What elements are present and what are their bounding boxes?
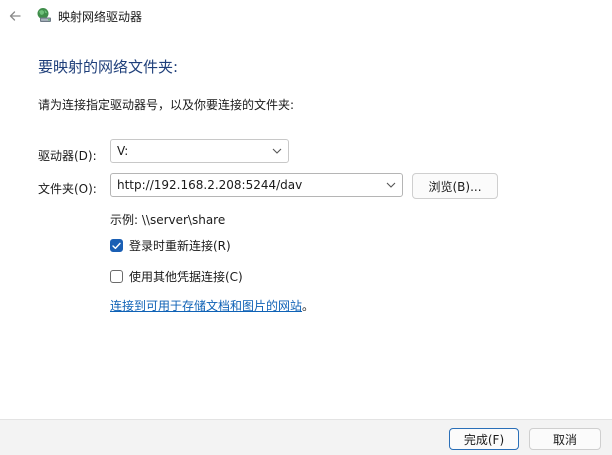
- page-heading: 要映射的网络文件夹:: [38, 58, 179, 76]
- window-title: 映射网络驱动器: [58, 10, 143, 24]
- drive-label: 驱动器(D):: [38, 149, 97, 163]
- chevron-down-icon[interactable]: [380, 174, 402, 196]
- reconnect-label: 登录时重新连接(R): [129, 239, 231, 253]
- drive-select-value: V:: [117, 144, 129, 158]
- folder-input-value: http://192.168.2.208:5244/dav: [117, 178, 303, 192]
- network-drive-icon: [37, 8, 51, 22]
- credentials-checkbox[interactable]: [110, 270, 123, 283]
- website-link[interactable]: 连接到可用于存储文档和图片的网站: [110, 299, 302, 313]
- instruction-text: 请为连接指定驱动器号，以及你要连接的文件夹:: [38, 98, 295, 112]
- website-link-line: 连接到可用于存储文档和图片的网站。: [110, 297, 314, 314]
- back-arrow-icon: [9, 11, 21, 21]
- credentials-label: 使用其他凭据连接(C): [129, 270, 243, 284]
- credentials-checkbox-row[interactable]: 使用其他凭据连接(C): [110, 268, 243, 285]
- cancel-button[interactable]: 取消: [529, 428, 601, 450]
- folder-input[interactable]: http://192.168.2.208:5244/dav: [110, 173, 403, 197]
- finish-button[interactable]: 完成(F): [449, 428, 519, 450]
- back-button[interactable]: [4, 5, 26, 27]
- title-bar: 映射网络驱动器: [0, 0, 612, 32]
- chevron-down-icon: [266, 140, 288, 162]
- dialog-footer: [0, 419, 612, 455]
- link-suffix: 。: [302, 299, 315, 313]
- drive-select[interactable]: V:: [110, 139, 289, 163]
- checkmark-icon: [112, 242, 121, 249]
- reconnect-checkbox[interactable]: [110, 239, 123, 252]
- example-text: 示例: \\server\share: [110, 213, 226, 227]
- reconnect-checkbox-row[interactable]: 登录时重新连接(R): [110, 237, 231, 254]
- browse-button[interactable]: 浏览(B)...: [412, 173, 498, 199]
- folder-label: 文件夹(O):: [38, 182, 97, 196]
